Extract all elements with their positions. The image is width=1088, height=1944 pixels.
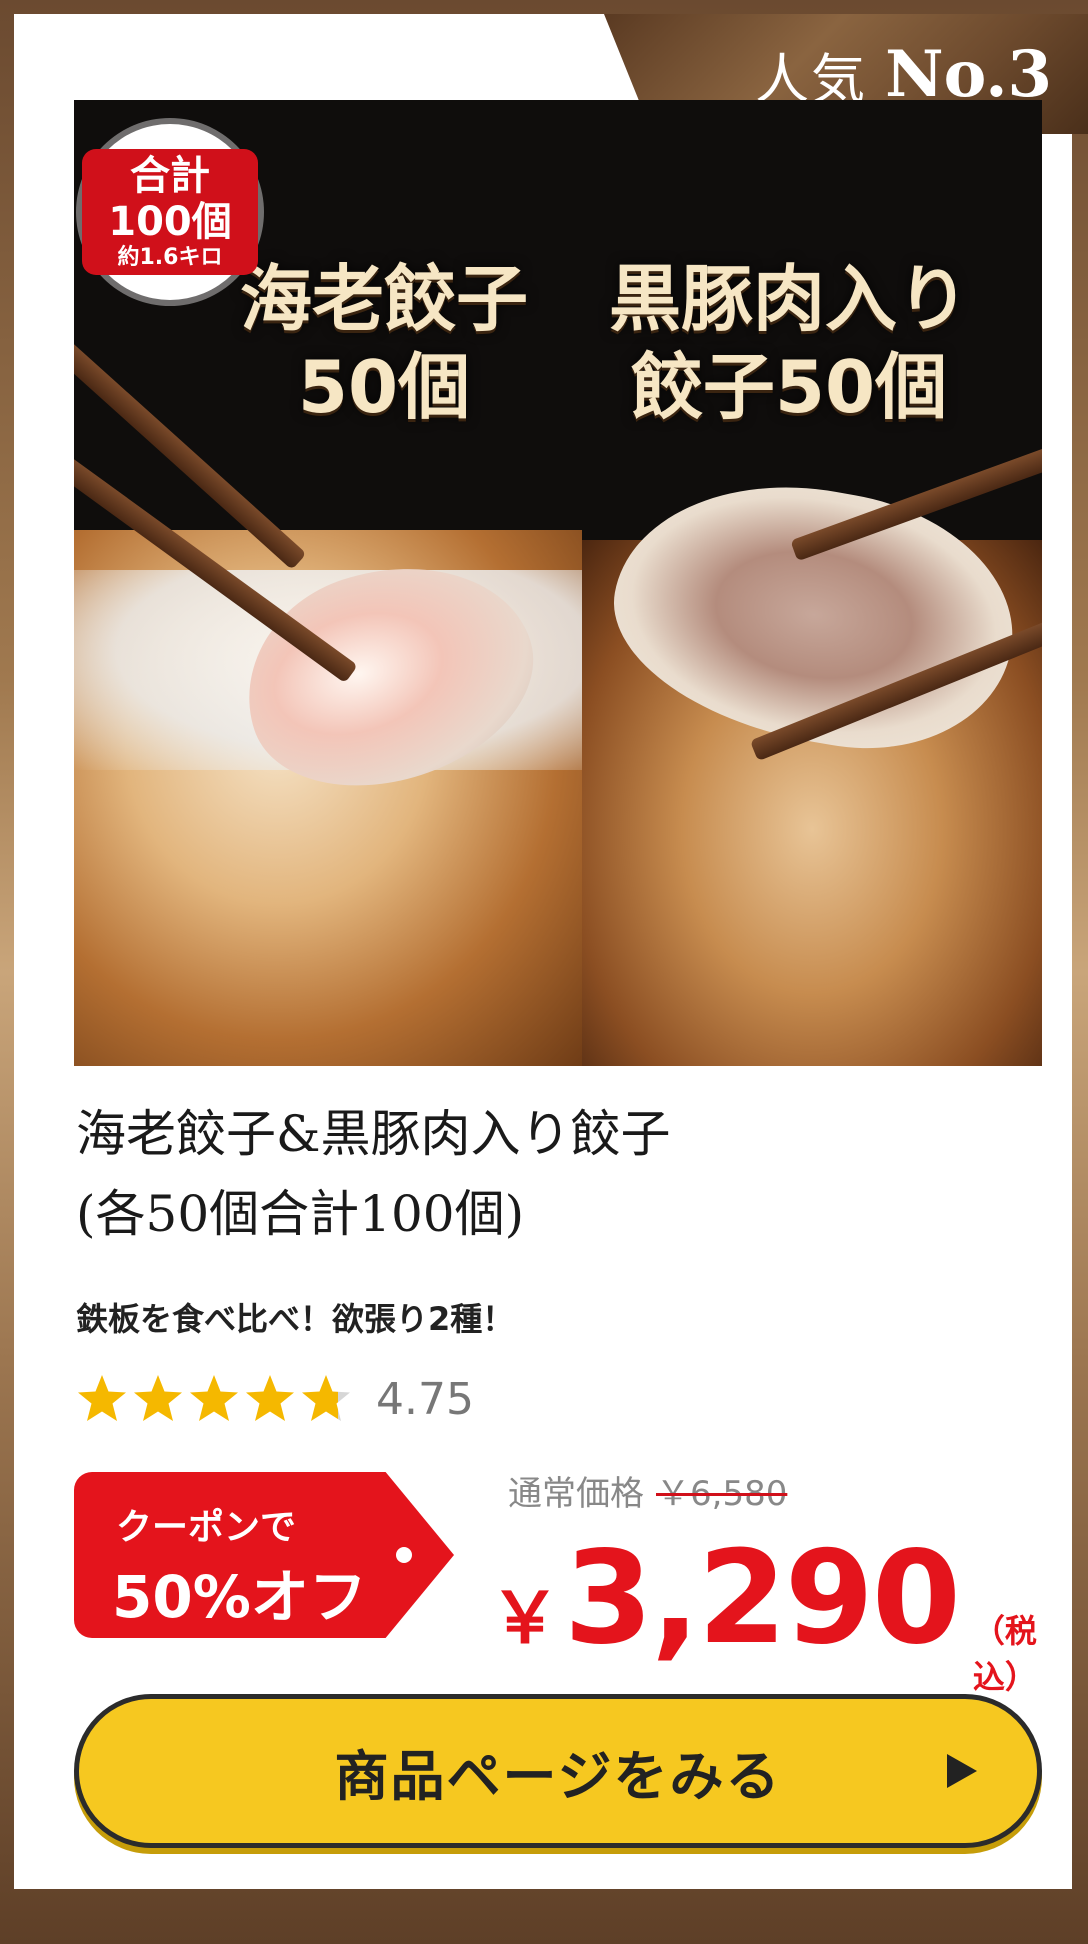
view-product-label: 商品ページをみる <box>334 1744 782 1808</box>
product-title[interactable]: 海老餃子&黒豚肉入り餃子 (各50個合計100個) <box>76 1094 1036 1254</box>
coupon-hole <box>396 1547 412 1563</box>
hero-title-left-line1: 海老餃子 <box>239 257 528 341</box>
product-title-line1: 海老餃子&黒豚肉入り餃子 <box>76 1105 671 1163</box>
play-arrow-icon <box>947 1754 977 1788</box>
hero-title-right: 黒豚肉入り 餃子50個 <box>574 255 1004 431</box>
quantity-stamp-inner: 合計100個 約1.6キロ <box>82 149 258 275</box>
regular-price: 通常価格 ￥6,580 <box>508 1466 787 1515</box>
coupon-badge: クーポンで 50%オフ <box>74 1472 454 1638</box>
currency-symbol: ￥ <box>490 1577 560 1659</box>
star-icon <box>302 1375 350 1421</box>
product-card: 人気 No.3 海老餃子 50個 黒豚肉入り 餃子50個 合計100個 約1.6… <box>14 14 1088 1889</box>
stamp-total: 合計100個 <box>108 153 232 245</box>
product-title-line2: (各50個合計100個) <box>76 1185 525 1243</box>
hero-title-left: 海老餃子 50個 <box>204 255 564 431</box>
product-image[interactable]: 海老餃子 50個 黒豚肉入り 餃子50個 合計100個 約1.6キロ <box>74 100 1042 1066</box>
product-subtitle: 鉄板を食べ比べ！欲張り2種！ <box>76 1300 515 1338</box>
star-rating <box>76 1373 356 1425</box>
hero-title-right-line1: 黒豚肉入り <box>608 257 969 341</box>
star-icon <box>134 1375 182 1421</box>
star-icon <box>78 1375 126 1421</box>
quantity-stamp: 合計100個 約1.6キロ <box>82 124 258 300</box>
star-icon <box>190 1375 238 1421</box>
hero-title-right-line2: 餃子50個 <box>630 345 948 429</box>
tax-note: （税込） <box>972 1612 1037 1696</box>
rating: 4.75 <box>76 1364 474 1434</box>
stamp-weight: 約1.6キロ <box>117 245 223 270</box>
coupon-line1: クーポンで <box>116 1507 297 1548</box>
regular-price-label: 通常価格 <box>508 1474 644 1514</box>
hero-title-left-line2: 50個 <box>297 345 471 429</box>
regular-price-value: ￥6,580 <box>656 1474 788 1514</box>
price-amount: 3,290 <box>564 1524 961 1673</box>
view-product-button[interactable]: 商品ページをみる <box>74 1694 1042 1848</box>
coupon-discount: 50%オフ <box>112 1563 367 1631</box>
star-icon <box>246 1375 294 1421</box>
rating-value: 4.75 <box>376 1373 474 1425</box>
sale-price: ￥ 3,290 （税込） <box>490 1524 1072 1698</box>
